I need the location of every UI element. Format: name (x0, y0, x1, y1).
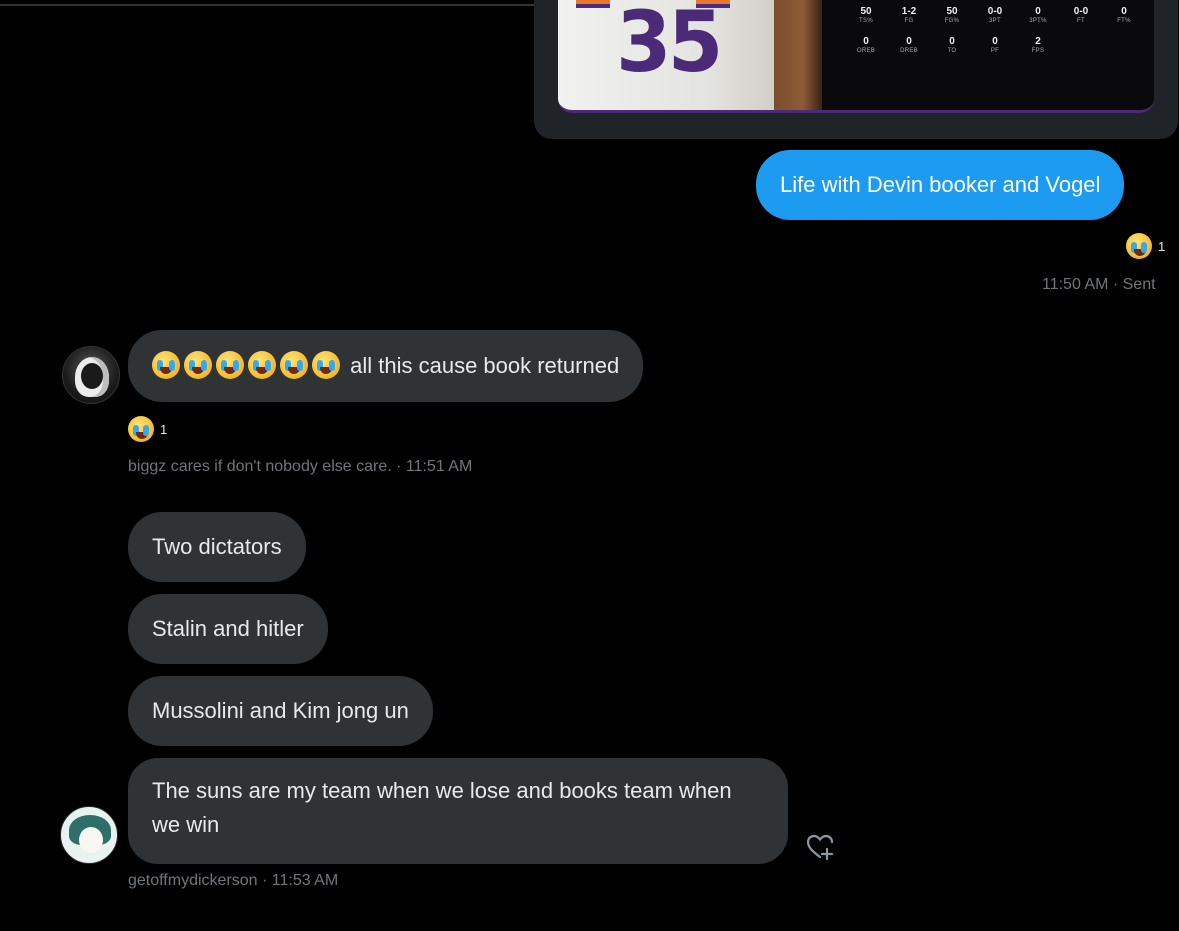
stat-pf: 0 PF (990, 36, 1000, 54)
stat-to: 0 TO (947, 36, 957, 54)
tears-of-joy-emoji-icon (312, 351, 340, 379)
reaction-count: 1 (160, 421, 168, 437)
dm-conversation: 35 50 TS% 1-2 FG 50 FG% 0-0 3PT 0 3PT% 0… (0, 0, 1179, 931)
message-text: Two dictators (152, 534, 282, 559)
message-text: Life with Devin booker and Vogel (780, 172, 1101, 197)
received-message-bubble[interactable]: all this cause book returned (128, 330, 644, 402)
received-message-bubble[interactable]: Stalin and hitler (128, 594, 328, 664)
tears-of-joy-emoji-icon (152, 351, 180, 379)
top-divider (0, 4, 560, 6)
stat-ft-pct: 0 FT% (1117, 6, 1131, 24)
stat-card-media: 35 50 TS% 1-2 FG 50 FG% 0-0 3PT 0 3PT% 0… (558, 0, 1154, 113)
received-message-meta: biggz cares if don't nobody else care. ·… (128, 458, 473, 475)
sender-avatar[interactable] (60, 806, 118, 864)
received-message-bubble[interactable]: Two dictators (128, 512, 306, 582)
tears-of-joy-emoji-icon (128, 416, 154, 442)
stat-fps: 2 FPS (1031, 36, 1045, 54)
stat-3pt: 0-0 3PT (987, 6, 1003, 24)
shared-stat-card[interactable]: 35 50 TS% 1-2 FG 50 FG% 0-0 3PT 0 3PT% 0… (534, 0, 1178, 139)
tears-of-joy-emoji-icon (248, 351, 276, 379)
jersey-number: 35 (616, 0, 723, 91)
stat-dreb: 0 DREB (900, 36, 918, 54)
tears-of-joy-emoji-icon (1126, 233, 1152, 259)
message-text: Stalin and hitler (152, 616, 304, 641)
jersey-stripe (576, 0, 610, 8)
message-reaction[interactable]: 1 (128, 416, 167, 442)
message-reaction[interactable]: 1 (1126, 233, 1165, 259)
received-message-meta: getoffmydickerson · 11:53 AM (128, 872, 339, 889)
message-text: Mussolini and Kim jong un (152, 698, 409, 723)
stat-fg: 1-2 FG (901, 6, 917, 24)
stat-3pt-pct: 0 3PT% (1029, 6, 1047, 24)
sent-message-meta: 11:50 AM · Sent (1042, 276, 1156, 293)
sender-avatar[interactable] (62, 346, 120, 404)
player-arm (774, 0, 822, 110)
tears-of-joy-emoji-icon (184, 351, 212, 379)
received-message-bubble[interactable]: Mussolini and Kim jong un (128, 676, 433, 746)
message-text: The suns are my team when we lose and bo… (152, 778, 732, 837)
received-message-bubble[interactable]: The suns are my team when we lose and bo… (128, 758, 788, 864)
tears-of-joy-emoji-icon (280, 351, 308, 379)
stat-fg-pct: 50 FG% (944, 6, 960, 24)
message-text: all this cause book returned (350, 353, 620, 378)
add-reaction-heart-icon[interactable] (805, 832, 835, 862)
jersey-image: 35 (558, 0, 774, 110)
stat-ft: 0-0 FT (1073, 6, 1089, 24)
tears-of-joy-emoji-icon (216, 351, 244, 379)
reaction-count: 1 (1158, 238, 1166, 254)
sent-message-bubble[interactable]: Life with Devin booker and Vogel (756, 150, 1125, 220)
stat-oreb: 0 OREB (856, 36, 876, 54)
stat-ts-pct: 50 TS% (859, 6, 873, 24)
